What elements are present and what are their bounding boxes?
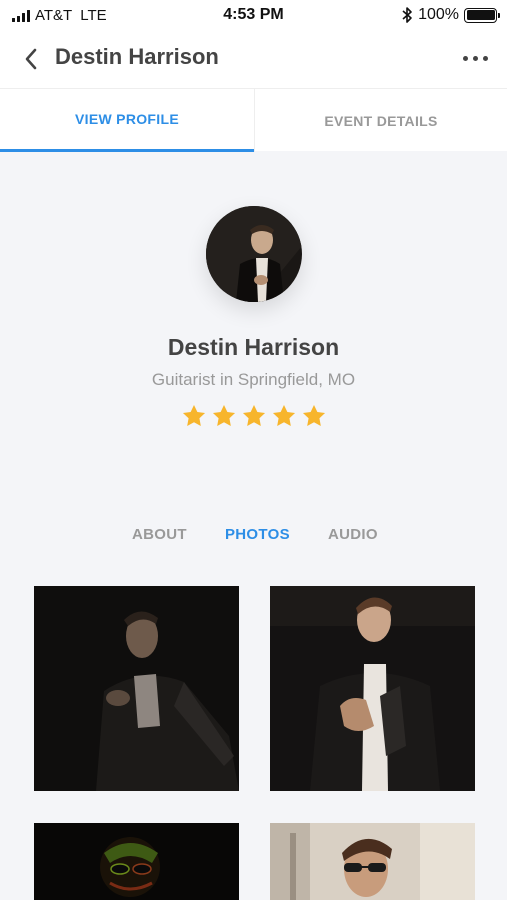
back-button[interactable]: [16, 44, 46, 74]
subtab-photos[interactable]: PHOTOS: [225, 526, 290, 543]
tab-event-details[interactable]: EVENT DETAILS: [254, 89, 507, 152]
bluetooth-icon: [402, 7, 412, 23]
nav-bar: Destin Harrison: [0, 32, 507, 88]
photo-thumbnail[interactable]: [270, 823, 475, 900]
rating-stars: [0, 403, 507, 429]
status-bar: AT&T LTE 4:53 PM 100%: [0, 0, 507, 32]
star-icon: [242, 404, 265, 426]
more-horizontal-icon: [462, 55, 468, 61]
battery-icon: [464, 7, 500, 23]
tab-bar: VIEW PROFILE EVENT DETAILS: [0, 88, 507, 152]
star-icon: [212, 404, 235, 426]
star-icon: [302, 404, 325, 426]
more-options-button[interactable]: [455, 46, 495, 70]
battery-percent: 100%: [418, 6, 459, 23]
subtab-audio[interactable]: AUDIO: [328, 526, 378, 543]
avatar: [206, 206, 302, 302]
photo-thumbnail[interactable]: [34, 586, 239, 791]
star-icon: [182, 404, 205, 426]
status-right: 100%: [401, 6, 500, 24]
photo-thumbnail[interactable]: [270, 586, 475, 791]
profile-subtitle: Guitarist in Springfield, MO: [151, 370, 356, 389]
star-icon: [272, 404, 295, 426]
subtab-about[interactable]: ABOUT: [132, 526, 187, 543]
photo-thumbnail[interactable]: [34, 823, 239, 900]
profile-name: Destin Harrison: [167, 334, 340, 360]
tab-view-profile[interactable]: VIEW PROFILE: [0, 89, 254, 152]
page-title: Destin Harrison: [55, 44, 219, 69]
chevron-left-icon: [25, 48, 37, 70]
